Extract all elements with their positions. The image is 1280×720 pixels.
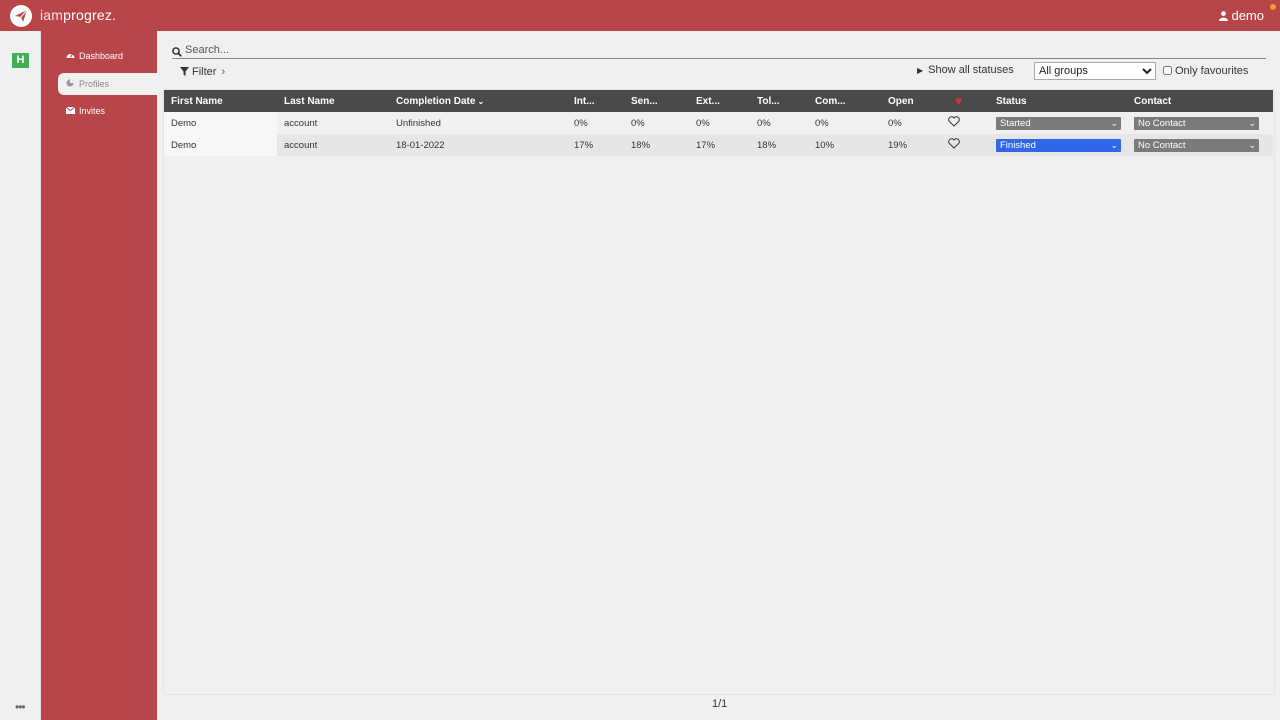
brand-light-text: iam xyxy=(40,7,64,23)
more-dots-icon[interactable]: ••• xyxy=(15,700,26,714)
caret-right-icon: ▶ xyxy=(917,66,924,75)
sort-chevron-down-icon: ⌄ xyxy=(477,96,485,106)
brand-bold-text: progrez. xyxy=(63,7,117,23)
chevron-down-icon: ⌄ xyxy=(1248,117,1256,128)
top-bar: iamprogrez. demo xyxy=(0,0,1280,31)
contact-value: No Contact xyxy=(1138,139,1186,151)
status-select[interactable]: Started ⌄ xyxy=(996,116,1121,130)
user-icon xyxy=(1219,9,1229,24)
sidebar-item-label: Dashboard xyxy=(79,51,124,61)
pie-chart-icon xyxy=(66,74,76,96)
brand-name[interactable]: iamprogrez. xyxy=(40,7,116,23)
favourite-heart-icon[interactable] xyxy=(948,134,989,156)
notification-dot xyxy=(1270,4,1276,10)
cell-com: 0% xyxy=(808,112,881,134)
sidebar-item-label: Profiles xyxy=(79,79,110,89)
cell-completion-date: Unfinished xyxy=(389,112,567,134)
table-row[interactable]: Demo account 18-01-2022 17% 18% 17% 18% … xyxy=(164,134,1273,156)
status-value: Finished xyxy=(1000,139,1036,151)
cell-tol: 18% xyxy=(750,134,808,156)
filter-toggle[interactable]: Filter › xyxy=(180,66,225,79)
contact-value: No Contact xyxy=(1138,117,1186,129)
column-header-int[interactable]: Int... xyxy=(567,90,624,112)
column-header-ext[interactable]: Ext... xyxy=(689,90,750,112)
paper-plane-logo-icon[interactable] xyxy=(10,5,32,27)
column-header-first-name[interactable]: First Name xyxy=(164,90,277,112)
search-input[interactable] xyxy=(185,42,1255,57)
column-header-open[interactable]: Open xyxy=(881,90,948,112)
table-row[interactable]: Demo account Unfinished 0% 0% 0% 0% 0% 0… xyxy=(164,112,1273,134)
cell-status: Finished ⌄ xyxy=(989,134,1127,156)
cell-last-name: account xyxy=(277,112,389,134)
cell-open: 19% xyxy=(881,134,948,156)
column-header-status[interactable]: Status xyxy=(989,90,1127,112)
rail-badge[interactable]: H xyxy=(12,53,29,68)
favourite-heart-icon[interactable] xyxy=(948,112,989,134)
column-header-label: Completion Date xyxy=(396,95,476,107)
contact-select[interactable]: No Contact ⌄ xyxy=(1134,138,1259,152)
groups-select[interactable]: All groups xyxy=(1034,62,1156,80)
cell-first-name: Demo xyxy=(164,134,277,156)
cell-open: 0% xyxy=(881,112,948,134)
filter-label: Filter xyxy=(192,66,217,78)
only-favourites-checkbox[interactable] xyxy=(1163,66,1172,75)
cell-ext: 0% xyxy=(689,112,750,134)
filter-icon xyxy=(180,67,189,79)
column-header-completion-date[interactable]: Completion Date ⌄ xyxy=(389,90,567,112)
only-favourites-control[interactable]: Only favourites xyxy=(1163,65,1248,77)
only-favourites-label: Only favourites xyxy=(1175,65,1249,77)
contact-select[interactable]: No Contact ⌄ xyxy=(1134,116,1259,130)
show-all-statuses-label: Show all statuses xyxy=(928,64,1014,76)
cell-ext: 17% xyxy=(689,134,750,156)
cell-com: 10% xyxy=(808,134,881,156)
dashboard-icon xyxy=(66,46,76,68)
column-header-tol[interactable]: Tol... xyxy=(750,90,808,112)
column-header-last-name[interactable]: Last Name xyxy=(277,90,389,112)
cell-completion-date: 18-01-2022 xyxy=(389,134,567,156)
cell-tol: 0% xyxy=(750,112,808,134)
sidebar-item-dashboard[interactable]: Dashboard xyxy=(58,45,157,67)
show-all-statuses-toggle[interactable]: ▶ Show all statuses xyxy=(917,64,1014,76)
column-header-com[interactable]: Com... xyxy=(808,90,881,112)
sidebar-item-profiles[interactable]: Profiles xyxy=(58,73,157,95)
chevron-down-icon: ⌄ xyxy=(1248,139,1256,150)
search-bar xyxy=(172,42,1266,59)
cell-sen: 0% xyxy=(624,112,689,134)
user-name: demo xyxy=(1231,8,1264,23)
cell-contact: No Contact ⌄ xyxy=(1127,134,1273,156)
envelope-icon xyxy=(65,101,76,123)
cell-first-name: Demo xyxy=(164,112,277,134)
left-rail: H ••• xyxy=(0,31,41,720)
cell-status: Started ⌄ xyxy=(989,112,1127,134)
search-icon xyxy=(172,44,182,62)
profiles-table: First Name Last Name Completion Date ⌄ In… xyxy=(164,90,1273,156)
chevron-down-icon: ⌄ xyxy=(1110,117,1118,128)
cell-int: 0% xyxy=(567,112,624,134)
column-header-sen[interactable]: Sen... xyxy=(624,90,689,112)
profiles-panel: First Name Last Name Completion Date ⌄ In… xyxy=(164,90,1274,694)
chevron-down-icon: ⌄ xyxy=(1110,139,1118,150)
cell-int: 17% xyxy=(567,134,624,156)
cell-sen: 18% xyxy=(624,134,689,156)
column-header-favourite-heart-icon[interactable]: ♥ xyxy=(948,90,989,112)
column-header-contact[interactable]: Contact xyxy=(1127,90,1273,112)
status-select[interactable]: Finished ⌄ xyxy=(996,138,1121,152)
cell-last-name: account xyxy=(277,134,389,156)
pagination-indicator: 1/1 xyxy=(712,698,728,710)
sidebar-item-label: Invites xyxy=(79,106,106,116)
sidebar-item-invites[interactable]: Invites xyxy=(58,100,157,122)
table-header-row: First Name Last Name Completion Date ⌄ In… xyxy=(164,90,1273,112)
chevron-right-icon: › xyxy=(221,66,226,78)
status-value: Started xyxy=(1000,117,1031,129)
sidebar: Dashboard Profiles Invites xyxy=(41,31,157,720)
cell-contact: No Contact ⌄ xyxy=(1127,112,1273,134)
user-menu[interactable]: demo xyxy=(1219,8,1264,24)
